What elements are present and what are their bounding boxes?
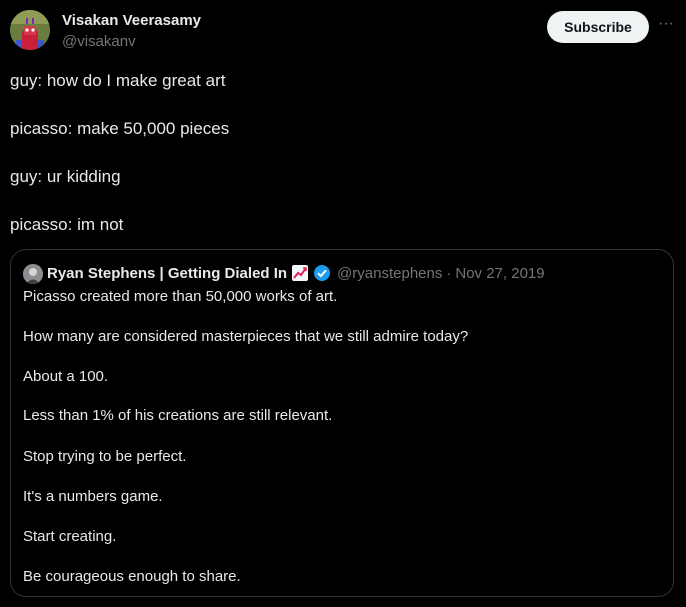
quoted-header: Ryan Stephens | Getting Dialed In @ryans… xyxy=(47,263,545,283)
quoted-date: Nov 27, 2019 xyxy=(455,264,545,282)
author-handle[interactable]: @visakanv xyxy=(62,33,136,50)
quoted-text-line: Stop trying to be perfect. xyxy=(23,448,187,465)
tweet-text-line: picasso: im not xyxy=(10,215,124,234)
author-display-name[interactable]: Visakan Veerasamy xyxy=(62,12,201,29)
quoted-tweet-card[interactable]: Ryan Stephens | Getting Dialed In @ryans… xyxy=(10,249,674,597)
quoted-text-line: Less than 1% of his creations are still … xyxy=(23,407,333,424)
quoted-text-line: Be courageous enough to share. xyxy=(23,568,241,585)
quoted-handle: @ryanstephens xyxy=(337,264,443,282)
person-avatar-icon xyxy=(23,264,43,284)
separator-dot: · xyxy=(446,264,452,282)
subscribe-button[interactable]: Subscribe xyxy=(547,11,649,43)
tweet-text-line: picasso: make 50,000 pieces xyxy=(10,119,230,138)
quoted-text-line: It's a numbers game. xyxy=(23,488,163,505)
quoted-text-line: About a 100. xyxy=(23,368,109,385)
quoted-author-avatar xyxy=(23,264,43,284)
quoted-text-line: Picasso created more than 50,000 works o… xyxy=(23,288,338,305)
tweet-text-line: guy: ur kidding xyxy=(10,167,121,186)
verified-badge-icon xyxy=(314,265,331,281)
quoted-text-line: How many are considered masterpieces tha… xyxy=(23,328,469,345)
author-avatar[interactable] xyxy=(10,10,50,50)
chart-increasing-icon xyxy=(292,265,309,281)
cartoon-avatar-icon xyxy=(10,10,50,50)
tweet-text-line: guy: how do I make great art xyxy=(10,71,226,90)
quoted-display-name: Ryan Stephens | Getting Dialed In xyxy=(47,264,288,282)
more-dots-icon[interactable]: ··· xyxy=(656,16,676,36)
quoted-text-line: Start creating. xyxy=(23,528,117,545)
